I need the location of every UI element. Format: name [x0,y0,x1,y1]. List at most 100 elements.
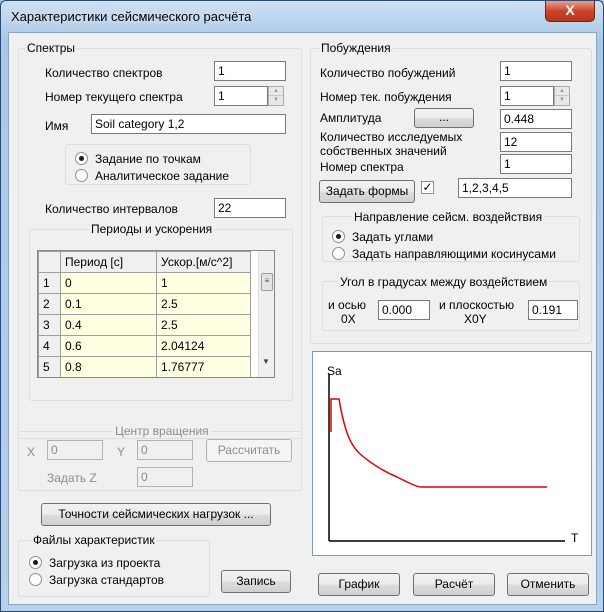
spectrum-curve [330,398,547,488]
axis-label-2: 0X [341,312,356,326]
rotation-y-input[interactable]: 0 [137,440,193,460]
mode-points-label[interactable]: Задание по точкам [95,152,201,166]
calc-button[interactable]: Расчёт [413,573,495,596]
table-row: 4 0.6 2.04124 [38,335,251,357]
accel-cell[interactable]: 1 [156,272,251,294]
rotation-y-label: Y [117,445,126,459]
table-row: 5 0.8 1.76777 [38,356,251,377]
files-legend: Файлы характеристик [31,533,157,547]
current-spectrum-label: Номер текущего спектра [45,90,183,104]
accel-cell[interactable]: 1.76777 [156,356,251,377]
rotation-calc-button[interactable]: Рассчитать [206,439,292,462]
row-number: 1 [38,272,61,294]
row-number: 2 [38,293,61,315]
period-cell[interactable]: 0.8 [60,356,157,377]
dialog-window: Характеристики сейсмического расчёта X С… [0,0,604,612]
eigen-count-label-2: собственных значений [320,144,447,158]
rotation-legend: Центр вращения [113,424,211,438]
plane-label-2: X0Y [464,312,487,326]
window-title: Характеристики сейсмического расчёта [11,9,252,24]
spectra-count-input[interactable]: 1 [214,61,286,81]
current-excitation-label: Номер тек. побуждения [320,90,452,104]
amplitude-label: Амплитуда [320,111,382,125]
period-cell[interactable]: 0.4 [60,314,157,336]
mode-analytic-radio[interactable] [75,169,88,182]
rotation-x-label: X [27,445,36,459]
direction-cosines-label[interactable]: Задать направляющими косинусами [352,247,556,261]
graph-button[interactable]: График [318,573,400,596]
spin-down-icon[interactable]: ▼ [269,96,283,105]
scroll-down-icon[interactable]: ▼ [262,357,270,366]
spin-up-icon[interactable]: ▲ [269,87,283,96]
rotation-z-input[interactable]: 0 [137,467,193,487]
direction-angles-label[interactable]: Задать углами [352,230,433,244]
spectrum-name-input[interactable]: Soil category 1,2 [91,114,286,134]
direction-angles-radio[interactable] [332,230,345,243]
eigen-count-label-1: Количество исследуемых [320,130,463,144]
write-button[interactable]: Запись [221,570,291,593]
spectra-count-label: Количество спектров [45,66,163,80]
plane-label-1: и плоскостью [439,298,515,312]
row-number-header [38,251,61,273]
y-axis-label: Sa [327,364,342,378]
accuracy-button[interactable]: Точности сейсмических нагрузок ... [41,503,271,526]
set-forms-button[interactable]: Задать формы [319,180,415,203]
periods-table[interactable]: Период [с] Ускор.[м/с^2] 1 0 1 2 0.1 2.5… [37,250,275,378]
load-project-radio[interactable] [29,556,42,569]
axis-angle-input[interactable]: 0.000 [378,300,430,320]
spin-up-icon[interactable]: ▲ [555,87,569,96]
eigen-count-input[interactable]: 12 [500,132,572,152]
excitations-legend: Побуждения [319,41,393,55]
table-scrollbar[interactable]: ≡ ▼ [258,251,274,377]
rotation-x-input[interactable]: 0 [47,440,103,460]
current-spectrum-spinner[interactable]: ▲ ▼ [268,86,284,106]
load-project-label[interactable]: Загрузка из проекта [49,556,160,570]
plane-angle-input[interactable]: 0.191 [528,300,578,320]
title-bar[interactable]: Характеристики сейсмического расчёта X [1,1,603,31]
spectrum-name-label: Имя [45,119,69,133]
forms-input[interactable]: 1,2,3,4,5 [458,178,572,198]
mode-analytic-label[interactable]: Аналитическое задание [95,169,229,183]
accel-cell[interactable]: 2.5 [156,293,251,315]
spectrum-plot: Sa T [312,351,592,556]
period-cell[interactable]: 0.6 [60,335,157,357]
current-excitation-input[interactable]: 1 [500,86,554,106]
mode-points-radio[interactable] [75,152,88,165]
period-header[interactable]: Период [с] [60,251,157,273]
accel-header[interactable]: Ускор.[м/с^2] [156,251,251,273]
x-axis-label: T [571,531,579,545]
spectrum-number-input[interactable]: 1 [500,154,572,174]
excitations-count-input[interactable]: 1 [500,61,572,81]
current-spectrum-input[interactable]: 1 [214,86,268,106]
excitations-count-label: Количество побуждений [320,66,456,80]
table-row: 1 0 1 [38,272,251,294]
load-standards-radio[interactable] [29,573,42,586]
table-row: 3 0.4 2.5 [38,314,251,336]
period-cell[interactable]: 0 [60,272,157,294]
cancel-button[interactable]: Отменить [507,573,589,596]
direction-legend: Направление сейсм. воздействия [352,210,545,224]
spectrum-plot-svg: Sa T [327,364,579,545]
table-header-row: Период [с] Ускор.[м/с^2] [38,251,251,273]
spectra-legend: Спектры [25,41,78,55]
intervals-label: Количество интервалов [45,202,178,216]
intervals-input[interactable]: 22 [214,198,286,218]
spectrum-number-label: Номер спектра [320,160,404,174]
row-number: 3 [38,314,61,336]
spin-down-icon[interactable]: ▼ [555,96,569,105]
scroll-thumb[interactable]: ≡ [261,273,273,291]
load-standards-label[interactable]: Загрузка стандартов [49,573,164,587]
rotation-z-label: Задать Z [47,471,97,485]
period-cell[interactable]: 0.1 [60,293,157,315]
current-excitation-spinner[interactable]: ▲ ▼ [554,86,570,106]
table-row: 2 0.1 2.5 [38,293,251,315]
accel-cell[interactable]: 2.5 [156,314,251,336]
accel-cell[interactable]: 2.04124 [156,335,251,357]
amplitude-input[interactable]: 0.448 [500,109,572,129]
row-number: 5 [38,356,61,377]
periods-legend: Периоды и ускорения [89,222,215,236]
amplitude-button[interactable]: ... [414,108,474,128]
direction-cosines-radio[interactable] [332,247,345,260]
close-button[interactable]: X [545,1,595,22]
forms-checkbox[interactable]: ✓ [421,181,434,194]
